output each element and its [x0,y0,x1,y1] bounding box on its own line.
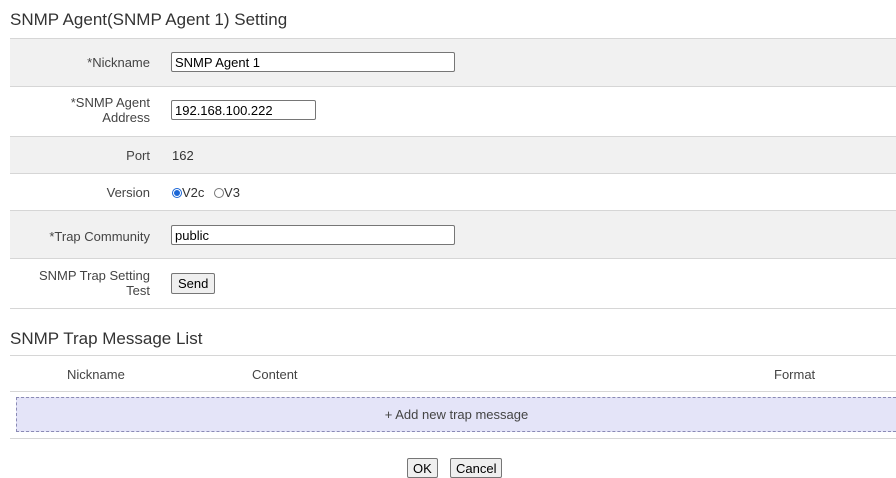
agent-address-input[interactable] [171,100,316,120]
version-label: Version [106,185,150,200]
send-button[interactable]: Send [171,273,216,294]
divider [10,391,896,392]
cancel-button[interactable]: Cancel [450,458,503,478]
column-header-format: Format [774,367,816,382]
ok-button[interactable]: OK [407,458,438,478]
port-row: Port 162 [10,137,896,173]
trap-test-label: SNMP Trap Setting Test [38,268,150,298]
add-trap-message-button[interactable]: + Add new trap message [16,397,896,432]
radio-selected-icon[interactable] [172,188,182,198]
version-radio-group: V2c V3 [172,185,240,200]
column-header-content: Content [252,367,298,382]
version-option-v3[interactable]: V3 [214,185,240,200]
page-title: SNMP Agent(SNMP Agent 1) Setting [10,10,288,29]
agent-address-row: *SNMP Agent Address [10,87,896,136]
trap-community-label: *Trap Community [49,229,150,244]
divider [10,308,896,309]
column-header-nickname: Nickname [67,367,125,382]
version-option-v2c[interactable]: V2c [172,185,204,200]
trap-community-row: *Trap Community [10,211,896,258]
port-label: Port [126,148,150,163]
trap-test-row: SNMP Trap Setting Test Send [10,259,896,308]
radio-unselected-icon[interactable] [214,188,225,198]
trap-community-input[interactable] [171,225,455,245]
version-row: Version V2c V3 [10,174,896,210]
divider [10,438,896,439]
nickname-row: *Nickname [10,39,896,86]
nickname-input[interactable] [171,52,455,72]
trap-list-title: SNMP Trap Message List [10,329,203,348]
agent-address-label: *SNMP Agent Address [70,95,150,125]
port-value: 162 [172,148,194,163]
divider [10,355,896,356]
nickname-label: *Nickname [87,55,150,70]
